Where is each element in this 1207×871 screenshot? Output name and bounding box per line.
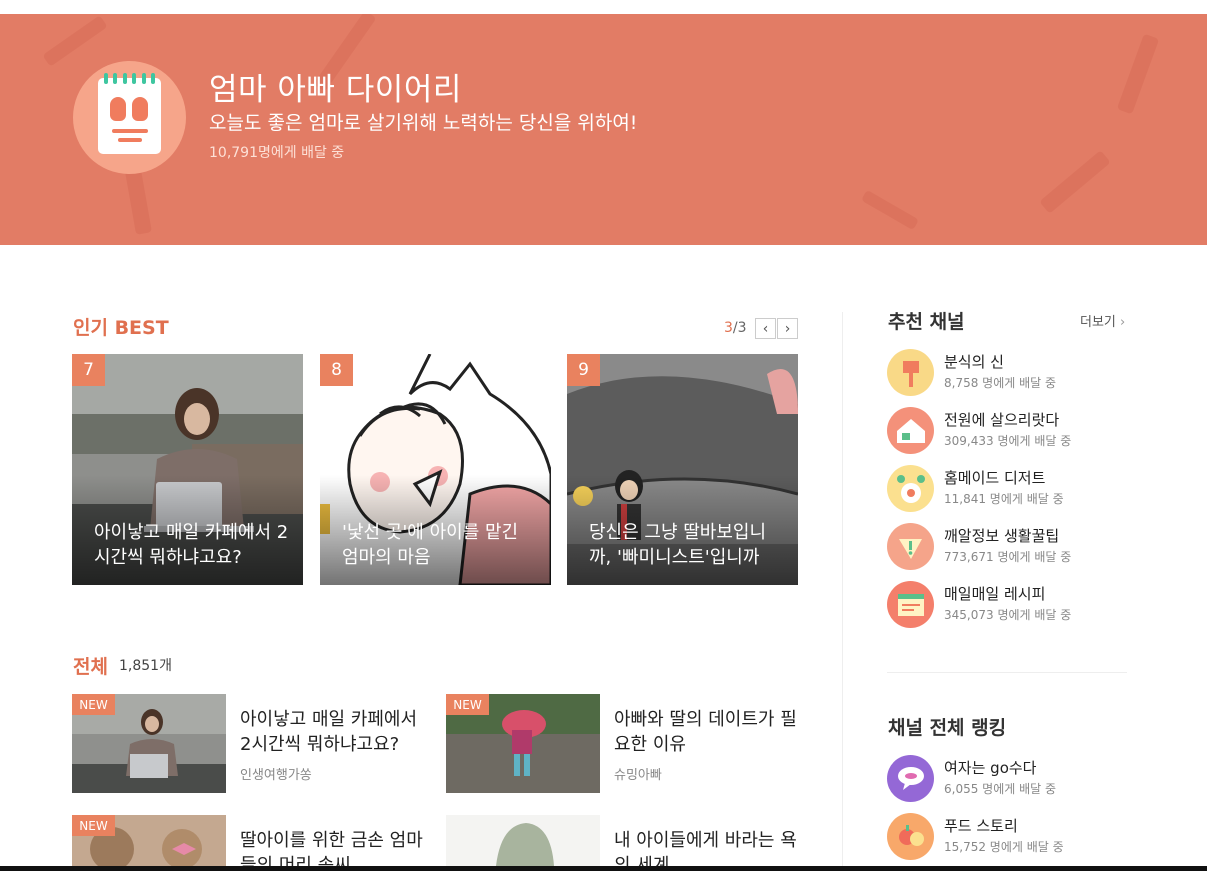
dessert-channel-icon (887, 465, 934, 512)
recommended-channel-item[interactable]: 매일매일 레시피 345,073 명에게 배달 중 (887, 581, 1127, 629)
pencil-decoration (1039, 150, 1111, 214)
new-badge: NEW (446, 694, 489, 715)
house-channel-icon (887, 407, 934, 454)
pager-next-button[interactable]: › (777, 318, 798, 339)
ranking-channel-item[interactable]: 푸드 스토리 15,752 명에게 배달 중 (887, 813, 1127, 861)
list-item[interactable]: 내 아이들에게 바라는 욕의 세계 (446, 815, 804, 871)
rank-badge: 9 (567, 354, 600, 386)
pager-prev-button[interactable]: ‹ (755, 318, 776, 339)
best-section-title: 인기 BEST (73, 317, 169, 339)
list-item[interactable]: NEW 아이낳고 매일 카페에서 2시간씩 뭐하냐고요? 인생여행가쏭 (72, 694, 430, 793)
best-card[interactable]: 8 '낯선 곳'에 아이를 맡긴 엄마의 마음 (320, 354, 551, 585)
best-card[interactable]: 9 당신은 그냥 딸바보입니까, '빠미니스트'입니까 (567, 354, 798, 585)
pencil-decoration (1116, 33, 1160, 115)
list-item-title: 내 아이들에게 바라는 욕의 세계 (614, 830, 797, 871)
new-badge: NEW (72, 694, 115, 715)
list-item-title: 아빠와 딸의 데이트가 필요한 이유 (614, 709, 797, 755)
recommended-channel-item[interactable]: 전원에 살으리랏다 309,433 명에게 배달 중 (887, 407, 1127, 455)
best-card-title: 아이낳고 매일 카페에서 2시간씩 뭐하냐고요? (94, 522, 289, 568)
all-section-count: 1,851개 (119, 658, 172, 674)
channel-name: 매일매일 레시피 (944, 585, 1046, 603)
chevron-right-icon: › (784, 320, 791, 337)
chevron-left-icon: ‹ (762, 320, 769, 337)
chat-channel-icon (887, 755, 934, 802)
channel-name: 홈메이드 디저트 (944, 469, 1046, 487)
recipe-channel-icon (887, 581, 934, 628)
best-card-title: 당신은 그냥 딸바보입니까, '빠미니스트'입니까 (589, 522, 767, 568)
list-item-title: 아이낳고 매일 카페에서 2시간씩 뭐하냐고요? (240, 709, 418, 755)
channel-count: 6,055 명에게 배달 중 (944, 782, 1057, 796)
channel-name: 전원에 살으리랏다 (944, 411, 1060, 429)
channel-name: 여자는 go수다 (944, 759, 1037, 777)
channel-title: 엄마 아빠 다이어리 (209, 72, 462, 108)
list-item[interactable]: NEW 딸아이를 위한 금손 엄마들의 머리 솜씨 (72, 815, 430, 871)
list-item[interactable]: NEW 아빠와 딸의 데이트가 필요한 이유 슈밍아빠 (446, 694, 804, 793)
rank-badge: 8 (320, 354, 353, 386)
pencil-decoration (42, 15, 108, 67)
pager-current: 3 (724, 320, 733, 336)
sidebar-divider (887, 672, 1127, 673)
rank-badge: 7 (72, 354, 105, 386)
pencil-decoration (861, 189, 919, 231)
pager-total: /3 (732, 320, 747, 336)
list-item-author: 슈밍아빠 (614, 768, 662, 783)
recommended-title: 추천 채널 (888, 311, 965, 333)
window-bottom-edge (0, 866, 1207, 871)
channel-subtitle: 오늘도 좋은 엄마로 살기위해 노력하는 당신을 위하여! (209, 112, 638, 134)
channel-count: 15,752 명에게 배달 중 (944, 840, 1064, 854)
channel-subscribers: 10,791명에게 배달 중 (209, 145, 345, 161)
channel-count: 345,073 명에게 배달 중 (944, 608, 1072, 622)
recommended-channel-item[interactable]: 깨알정보 생활꿀팁 773,671 명에게 배달 중 (887, 523, 1127, 571)
food-channel-icon (887, 813, 934, 860)
channel-name: 푸드 스토리 (944, 817, 1018, 835)
snack-channel-icon (887, 349, 934, 396)
ranking-channel-item[interactable]: 여자는 go수다 6,055 명에게 배달 중 (887, 755, 1127, 803)
more-link-label: 더보기 (1080, 315, 1116, 330)
all-section-title: 전체 (73, 656, 108, 678)
channel-count: 773,671 명에게 배달 중 (944, 550, 1072, 564)
child-hood-thumbnail (446, 815, 600, 866)
new-badge: NEW (72, 815, 115, 836)
recommended-channel-item[interactable]: 홈메이드 디저트 11,841 명에게 배달 중 (887, 465, 1127, 513)
best-pager-count: 3/3 (724, 320, 747, 336)
column-divider (842, 312, 843, 871)
recommended-channel-item[interactable]: 분식의 신 8,758 명에게 배달 중 (887, 349, 1127, 397)
best-card[interactable]: 7 아이낳고 매일 카페에서 2시간씩 뭐하냐고요? (72, 354, 303, 585)
best-card-title: '낯선 곳'에 아이를 맡긴 엄마의 마음 (342, 522, 519, 568)
channel-name: 깨알정보 생활꿀팁 (944, 527, 1060, 545)
chevron-right-icon: › (1120, 315, 1126, 330)
more-link[interactable]: 더보기 › (1080, 311, 1125, 330)
channel-name: 분식의 신 (944, 353, 1004, 371)
channel-logo-diary-icon (73, 61, 186, 174)
ranking-title: 채널 전체 랭킹 (888, 717, 1007, 739)
list-item-title: 딸아이를 위한 금손 엄마들의 머리 솜씨 (240, 830, 423, 871)
list-item-author: 인생여행가쏭 (240, 768, 312, 783)
channel-count: 309,433 명에게 배달 중 (944, 434, 1072, 448)
channel-count: 11,841 명에게 배달 중 (944, 492, 1064, 506)
channel-count: 8,758 명에게 배달 중 (944, 376, 1057, 390)
tips-channel-icon (887, 523, 934, 570)
